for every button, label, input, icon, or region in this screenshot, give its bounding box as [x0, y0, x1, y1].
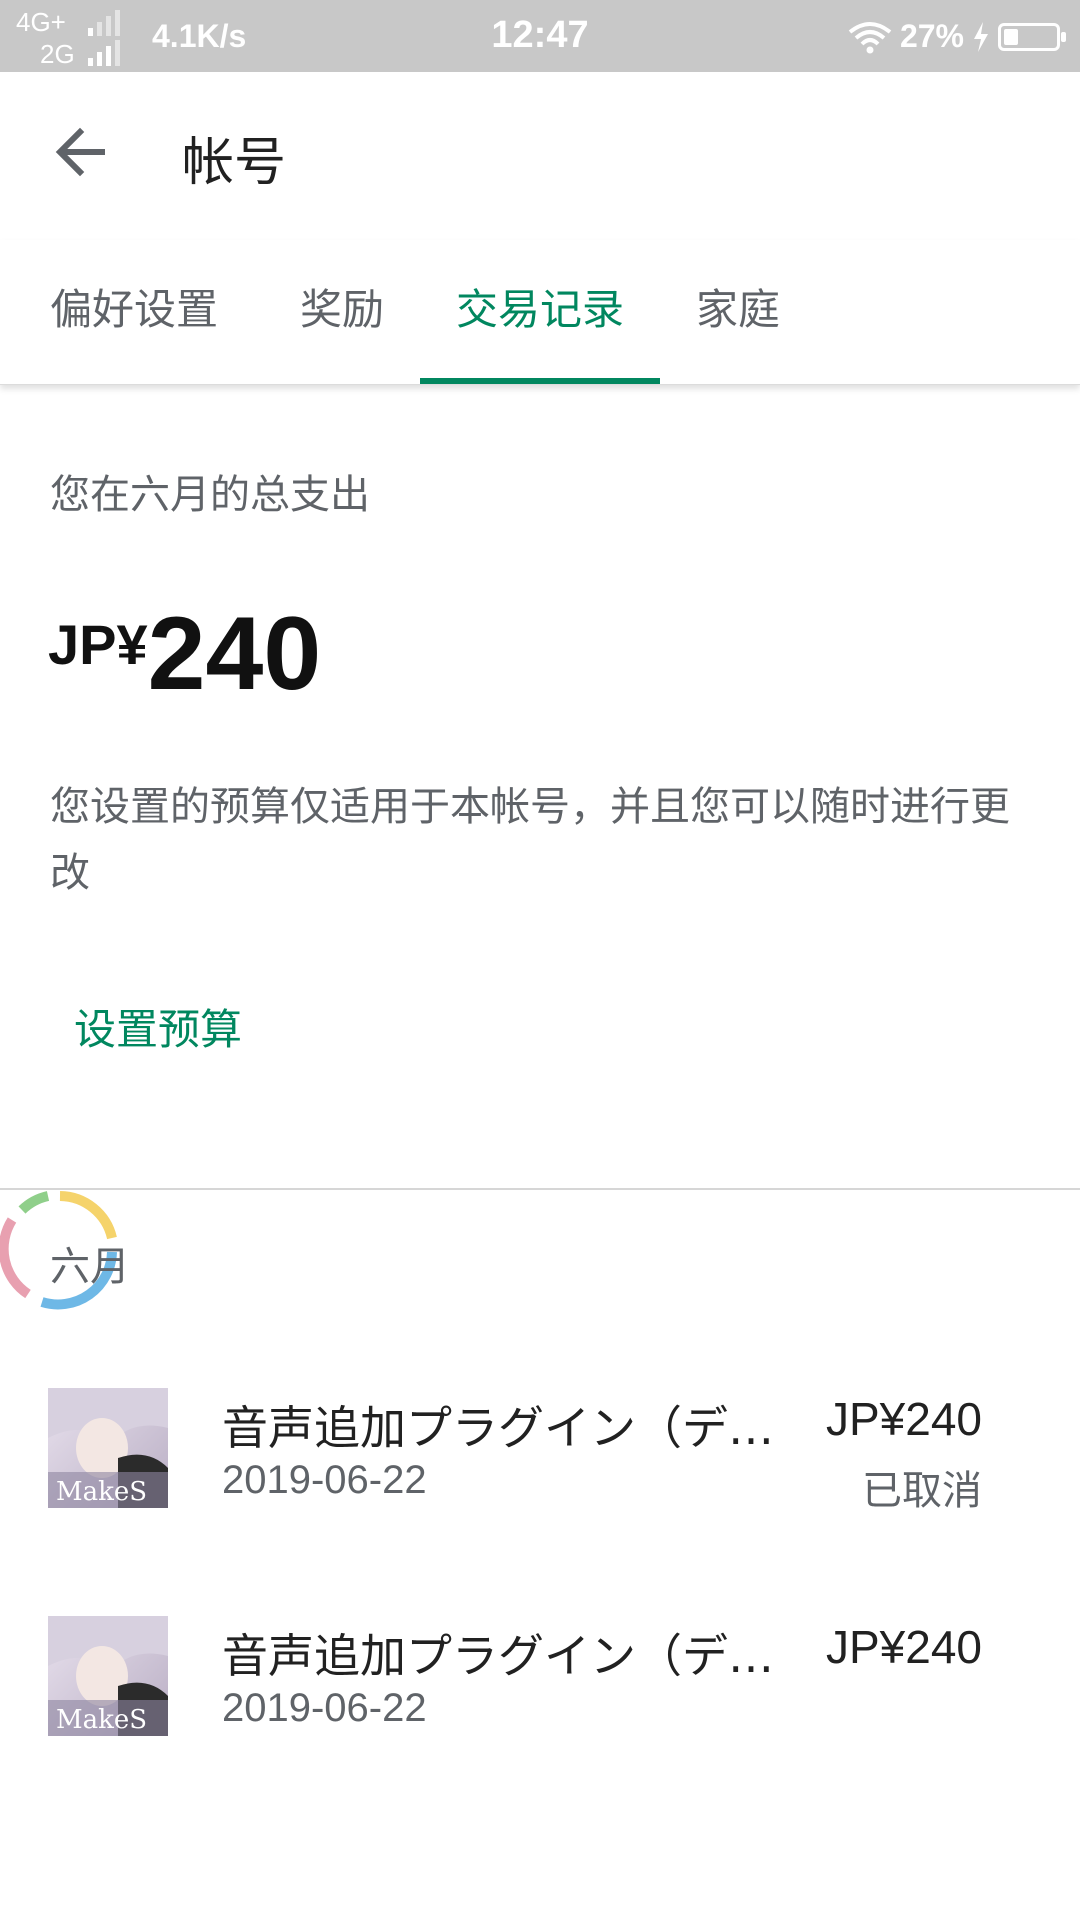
set-budget-button[interactable]: 设置预算 [74, 996, 242, 1057]
tab-rewards[interactable]: 奖励 [300, 276, 384, 384]
transaction-title: 音声追加プラグイン（デ… [222, 1629, 774, 1683]
transaction-status: 已取消 [862, 1468, 982, 1514]
monthly-spend-label: 您在六月的总支出 [50, 472, 370, 518]
section-divider [0, 1188, 1080, 1190]
thumbnail-logo-text: MakeS [56, 1705, 147, 1735]
page-title: 帐号 [182, 133, 287, 193]
battery-percent: 27% [899, 18, 964, 54]
charging-icon [974, 21, 988, 52]
app-thumbnail: MakeS [48, 1616, 168, 1736]
transaction-price: JP¥240 [825, 1621, 982, 1673]
app-thumbnail: MakeS [48, 1388, 168, 1508]
monthly-spend-amount: JP¥ 240 [48, 590, 321, 706]
battery-level [1004, 28, 1018, 45]
status-bar: 4G+ 2G 4.1K/s 12:47 27% [0, 0, 1080, 72]
arrow-left-icon [55, 127, 105, 177]
tab-order-history[interactable]: 交易记录 [456, 276, 624, 384]
budget-note: 您设置的预算仅适用于本帐号，并且您可以随时进行更改 [50, 784, 1010, 896]
transaction-title: 音声追加プラグイン（デ… [222, 1401, 774, 1455]
month-header: 六月 [50, 1244, 130, 1290]
transaction-date: 2019-06-22 [222, 1686, 427, 1730]
tab-family[interactable]: 家庭 [696, 276, 780, 384]
transaction-row[interactable]: MakeS 音声追加プラグイン（デ… 2019-06-22 JP¥240 已取消 [0, 1388, 1080, 1548]
tab-bar: 偏好设置 奖励 交易记录 家庭 [0, 240, 1080, 385]
transaction-price: JP¥240 [825, 1393, 982, 1445]
status-right-group: 27% [848, 18, 1066, 55]
wifi-icon [848, 21, 892, 53]
tab-preferences[interactable]: 偏好设置 [50, 276, 218, 384]
thumbnail-logo-text: MakeS [56, 1477, 147, 1507]
battery-icon [998, 22, 1066, 51]
transaction-date: 2019-06-22 [222, 1458, 427, 1502]
currency-symbol: JP¥ [48, 613, 148, 676]
active-tab-indicator [420, 378, 660, 384]
transaction-row[interactable]: MakeS 音声追加プラグイン（デ… 2019-06-22 JP¥240 [0, 1616, 1080, 1776]
app-bar: 帐号 [0, 72, 1080, 240]
back-button[interactable] [46, 116, 118, 188]
amount-value: 240 [147, 596, 322, 712]
